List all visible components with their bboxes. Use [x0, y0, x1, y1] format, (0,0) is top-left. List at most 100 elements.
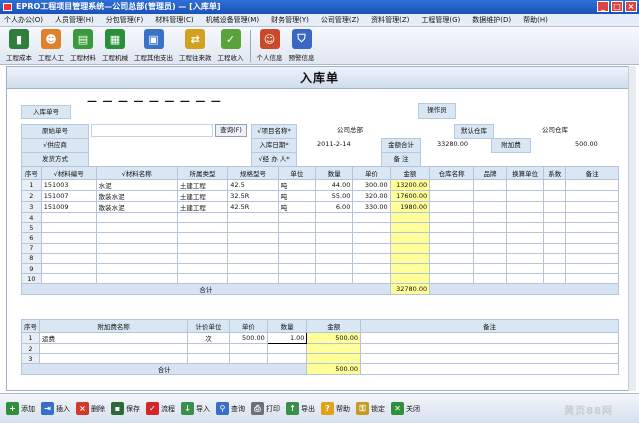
table-cell[interactable]: [429, 252, 475, 264]
action-button-9[interactable]: ? 帮助: [321, 402, 350, 415]
items-header[interactable]: 所属类型: [176, 166, 229, 180]
table-cell[interactable]: [505, 232, 545, 244]
table-cell[interactable]: [473, 179, 507, 191]
table-row[interactable]: 7: [21, 242, 619, 254]
items-header[interactable]: 换算单位: [505, 166, 545, 180]
table-cell[interactable]: [228, 342, 268, 355]
table-row[interactable]: 8: [21, 252, 619, 264]
minimize-button[interactable]: _: [597, 1, 609, 12]
maximize-button[interactable]: □: [611, 1, 623, 12]
toolbar-button-7[interactable]: ☺ 个人信息: [254, 29, 286, 62]
table-cell[interactable]: [277, 232, 317, 244]
table-cell[interactable]: [505, 211, 545, 224]
table-cell[interactable]: [389, 252, 431, 264]
table-cell[interactable]: [315, 232, 354, 244]
table-cell[interactable]: [360, 342, 619, 355]
table-cell[interactable]: [389, 211, 431, 224]
table-cell[interactable]: [505, 179, 545, 191]
table-row[interactable]: 3 151009 散装水泥 土建工程 42.5R 吨 6.00 330.00 1980.00: [21, 201, 619, 213]
table-cell[interactable]: [429, 179, 475, 191]
table-cell[interactable]: 17600.00: [389, 190, 431, 202]
table-cell[interactable]: [473, 252, 507, 264]
table-cell[interactable]: [429, 222, 475, 234]
table-cell[interactable]: [38, 342, 189, 355]
table-cell[interactable]: 次: [187, 332, 230, 344]
table-cell[interactable]: 散装水泥: [95, 201, 178, 213]
vertical-scrollbar[interactable]: [628, 66, 636, 391]
table-cell[interactable]: [315, 222, 354, 234]
items-header[interactable]: √材料编号: [40, 166, 97, 180]
fees-header[interactable]: 序号: [21, 319, 40, 333]
table-cell[interactable]: [315, 211, 354, 224]
table-cell[interactable]: [227, 222, 279, 234]
action-button-7[interactable]: ⎙ 打印: [251, 402, 280, 415]
table-row[interactable]: 6: [21, 232, 619, 244]
table-cell[interactable]: 吨: [277, 190, 317, 202]
table-cell[interactable]: [473, 190, 507, 202]
table-cell[interactable]: 2: [21, 342, 40, 355]
items-header[interactable]: 序号: [21, 166, 42, 180]
table-cell[interactable]: [543, 242, 567, 254]
menu-item-3[interactable]: 材料管理(C): [155, 15, 193, 25]
table-cell[interactable]: 55.00: [315, 190, 354, 202]
table-row[interactable]: 3: [21, 353, 619, 365]
items-header[interactable]: √材料名称: [95, 166, 178, 180]
table-cell[interactable]: 5: [21, 222, 42, 234]
table-cell[interactable]: 6: [21, 232, 42, 244]
table-cell[interactable]: [176, 211, 229, 224]
table-cell[interactable]: [543, 232, 567, 244]
table-cell[interactable]: [176, 273, 229, 285]
table-cell[interactable]: [277, 222, 317, 234]
table-cell[interactable]: [565, 179, 619, 191]
table-cell[interactable]: [315, 273, 354, 285]
table-cell[interactable]: [565, 262, 619, 275]
toolbar-button-4[interactable]: ▣ 工程其他支出: [131, 29, 176, 62]
fees-header[interactable]: 金额: [306, 319, 361, 333]
table-cell[interactable]: [95, 222, 178, 234]
table-row[interactable]: 2 151007 散装水泥 土建工程 32.5R 吨 55.00 320.00 17600.00: [21, 190, 619, 202]
table-cell[interactable]: [315, 242, 354, 254]
fees-header[interactable]: 附加费名称: [38, 319, 189, 333]
table-cell[interactable]: 500.00: [306, 332, 361, 344]
table-cell[interactable]: [227, 273, 279, 285]
table-cell[interactable]: 500.00: [228, 332, 268, 344]
action-button-10[interactable]: ⚿ 锁定: [356, 402, 385, 415]
table-cell[interactable]: [306, 342, 361, 355]
table-cell[interactable]: 320.00: [352, 190, 391, 202]
table-cell[interactable]: 散装水泥: [95, 190, 178, 202]
table-cell[interactable]: [389, 262, 431, 275]
table-cell[interactable]: [543, 201, 567, 213]
action-button-1[interactable]: ⇥ 插入: [41, 402, 70, 415]
table-cell[interactable]: [473, 211, 507, 224]
toolbar-button-8[interactable]: ⛉ 预警信息: [286, 29, 318, 62]
table-cell[interactable]: [543, 262, 567, 275]
table-cell[interactable]: [565, 273, 619, 285]
menu-item-1[interactable]: 人员管理(H): [55, 15, 94, 25]
table-cell[interactable]: [505, 252, 545, 264]
source-no-input[interactable]: [91, 124, 213, 137]
items-header[interactable]: 规格型号: [227, 166, 279, 180]
table-cell[interactable]: 3: [21, 201, 42, 213]
items-header[interactable]: 单价: [352, 166, 391, 180]
table-cell[interactable]: [40, 211, 97, 224]
table-cell[interactable]: [543, 179, 567, 191]
table-row[interactable]: 10: [21, 273, 619, 285]
table-cell[interactable]: [176, 242, 229, 254]
table-cell[interactable]: 151007: [40, 190, 97, 202]
toolbar-button-5[interactable]: ⇄ 工程往来款: [176, 29, 215, 62]
table-cell[interactable]: [266, 353, 308, 365]
table-cell[interactable]: [40, 262, 97, 275]
table-cell[interactable]: [352, 273, 391, 285]
table-cell[interactable]: [95, 211, 178, 224]
table-cell[interactable]: 151003: [40, 179, 97, 191]
items-header[interactable]: 单位: [277, 166, 317, 180]
items-header[interactable]: 系数: [543, 166, 567, 180]
table-cell[interactable]: [176, 252, 229, 264]
table-cell[interactable]: [306, 353, 361, 365]
table-cell[interactable]: [473, 262, 507, 275]
date-value[interactable]: 2011-2-14: [317, 138, 351, 151]
table-cell[interactable]: [227, 242, 279, 254]
table-cell[interactable]: [95, 252, 178, 264]
table-cell[interactable]: [429, 201, 475, 213]
action-button-8[interactable]: ↑ 导出: [286, 402, 315, 415]
